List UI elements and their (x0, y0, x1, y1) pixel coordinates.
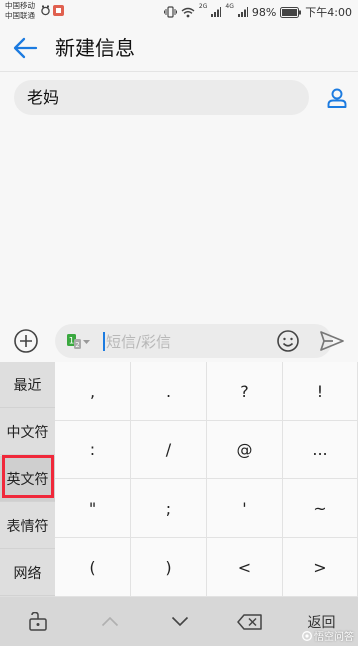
arrow-left-icon (13, 37, 38, 59)
unlock-key[interactable] (0, 597, 75, 646)
sim-2-label: 2 (75, 341, 79, 349)
app-bar: 新建信息 (0, 24, 358, 72)
symbol-key[interactable]: . (131, 362, 207, 421)
cursor-down-key[interactable] (145, 597, 215, 646)
symbol-key[interactable]: ; (131, 479, 207, 538)
backspace-key[interactable] (215, 597, 285, 646)
symbol-key[interactable]: ! (283, 362, 358, 421)
wukong-logo-icon (302, 630, 312, 641)
category-tab-4[interactable]: 网络 (0, 550, 55, 596)
sim-switch-button[interactable]: 1 2 (67, 333, 91, 349)
carrier-names: 中国移动 中国联通 (5, 1, 35, 21)
battery-icon (280, 6, 302, 18)
status-icons-right: 2G 4G 98% 下午4:00 (163, 3, 352, 20)
clock: 下午4:00 (305, 6, 352, 19)
symbol-key[interactable]: ) (131, 538, 207, 597)
category-tab-1[interactable]: 中文符 (0, 409, 55, 455)
keyboard: 最近 中文符 英文符 表情符 网络 ,.?!: / @... "; ' ~() < > 返回 悟空问答 (0, 362, 358, 646)
wifi-icon (181, 7, 195, 17)
symbol-key[interactable]: ~ (283, 479, 358, 538)
chevron-up-icon (101, 616, 119, 627)
symbol-key[interactable]: , (55, 362, 131, 421)
recipient-field[interactable]: 老妈 (14, 80, 309, 115)
page-title: 新建信息 (55, 36, 135, 60)
dual-sim-icon: 1 2 (67, 334, 90, 349)
smiley-icon (277, 330, 299, 352)
symbol-key[interactable]: > (283, 538, 358, 597)
signal-bars-2-icon (237, 7, 248, 17)
status-bar: 中国移动 中国联通 2G 4G 98% 下午4:00 (0, 0, 358, 24)
symbol-key[interactable]: " (55, 479, 131, 538)
vibrate-icon (163, 6, 177, 18)
symbol-key[interactable]: ... (283, 421, 358, 479)
cursor-up-key[interactable] (75, 597, 145, 646)
add-contact-button[interactable] (325, 86, 349, 110)
person-icon (327, 88, 347, 108)
signal-bars-1-icon (211, 7, 222, 17)
emoji-button[interactable] (276, 329, 300, 353)
add-attachment-button[interactable] (13, 328, 39, 354)
plus-circle-icon (14, 329, 38, 353)
symbol-key[interactable]: ' (207, 479, 283, 538)
carrier-2: 中国联通 (5, 11, 35, 20)
app-notification-icon (53, 5, 64, 16)
symbol-key[interactable]: : (55, 421, 131, 479)
message-input[interactable] (106, 332, 266, 352)
alarm-notification-icon (41, 5, 50, 16)
category-tab-3[interactable]: 表情符 (0, 503, 55, 549)
sim-1-label: 1 (69, 337, 75, 347)
highlight-annotation (2, 455, 54, 498)
back-button[interactable] (11, 35, 39, 61)
category-tab-0[interactable]: 最近 (0, 362, 55, 408)
symbol-key[interactable]: ? (207, 362, 283, 421)
unlock-icon (28, 611, 47, 631)
send-button[interactable] (319, 330, 345, 352)
chevron-down-icon (171, 616, 189, 627)
symbol-key[interactable]: ( (55, 538, 131, 597)
symbol-grid: ,.?!: / @... "; ' ~ () < > (55, 362, 358, 597)
symbol-key[interactable]: / (131, 421, 207, 479)
text-cursor (103, 332, 105, 351)
keyboard-bottom-row: 返回 悟空问答 (0, 597, 358, 646)
symbol-key[interactable]: < (207, 538, 283, 597)
battery-percent: 98% (251, 5, 277, 19)
recipient-chip[interactable]: 老妈 (27, 88, 59, 108)
network-type-2: 4G (225, 3, 234, 10)
backspace-icon (237, 613, 262, 630)
network-type-1: 2G (198, 3, 208, 10)
compose-bar: 1 2 (0, 320, 358, 362)
notification-icons (41, 5, 64, 16)
send-icon (320, 331, 344, 351)
watermark-text: 悟空问答 (314, 632, 354, 643)
carrier-1: 中国移动 (5, 1, 35, 10)
symbol-key[interactable]: @ (207, 421, 283, 479)
watermark: 悟空问答 (302, 628, 354, 643)
